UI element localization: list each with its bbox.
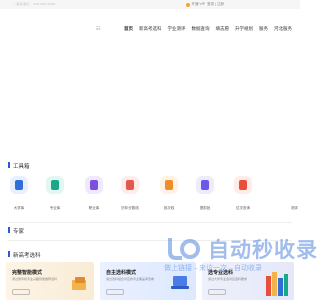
watermark-slogan: 做上链接→来访一次→自动收录 xyxy=(164,265,262,272)
main-nav: ☷ 首页 新高考选科 学业测评 数据查询 填志愿 升学规划 服务 河北服务 xyxy=(0,22,300,36)
nav-item-assessment[interactable]: 学业测评 xyxy=(168,26,186,32)
tool-rank-query[interactable]: 位次查询 xyxy=(232,176,254,211)
tool-major[interactable]: 专业库 xyxy=(44,176,66,211)
tool-early-batch[interactable]: 提前批 xyxy=(194,176,216,211)
tool-score-line[interactable]: 历年分数线 xyxy=(119,176,141,211)
watermark-logo-icon xyxy=(168,238,200,260)
xuanke-card-smart[interactable]: 完整智能模式 通过测评和专业兴趣智能推荐选科 xyxy=(6,262,94,300)
tool-university[interactable]: 大学库 xyxy=(8,176,30,211)
tools-grid: 大学库 专业库 职业库 历年分数线 批次线 提前批 位次查询 xyxy=(4,176,300,224)
top-utility-bar: • 联系我们 · 400-000-0000 开通 VIP 登录 | 注册 xyxy=(0,0,300,9)
section-divider xyxy=(8,222,292,223)
nav-item-data[interactable]: 数据查询 xyxy=(192,26,210,32)
book-illustration-icon xyxy=(72,277,86,290)
nav-item-volunteer[interactable]: 填志愿 xyxy=(216,26,230,32)
card-button[interactable] xyxy=(12,289,30,295)
score-line-icon xyxy=(121,176,139,194)
nav-item-planning[interactable]: 升学规划 xyxy=(235,26,253,32)
tool-batch-line[interactable]: 批次线 xyxy=(158,176,180,211)
section-accent-bar xyxy=(8,251,10,257)
university-icon xyxy=(10,176,28,194)
tool-label: 批次线 xyxy=(163,206,175,210)
career-icon xyxy=(85,176,103,194)
tool-label: 历年分数线 xyxy=(121,206,139,210)
tools-section-title: 工具箱 xyxy=(13,164,30,170)
xuanke-section-title: 新高考选科 xyxy=(13,253,41,259)
tool-label: 专业库 xyxy=(49,206,61,210)
tool-label: 提前批 xyxy=(199,206,211,210)
batch-line-icon xyxy=(160,176,178,194)
nav-item-service[interactable]: 服务 xyxy=(259,26,268,32)
card-button[interactable] xyxy=(208,289,226,295)
account-area: 开通 VIP 登录 | 注册 xyxy=(185,2,224,7)
vip-icon xyxy=(185,2,190,7)
card-title: 自主选科模式 xyxy=(106,270,137,276)
experts-section-title: 专家 xyxy=(13,229,25,235)
section-accent-bar xyxy=(8,227,10,233)
tool-label: 位次查询 xyxy=(236,206,250,210)
card-desc: 通过选科组合对应的专业覆盖率查看 xyxy=(106,277,155,281)
contact-info: • 联系我们 · 400-000-0000 xyxy=(14,2,56,6)
nav-item-hebei[interactable]: 河北服务 xyxy=(274,26,292,32)
section-accent-bar xyxy=(8,162,10,168)
card-desc: 通过测评和专业兴趣智能推荐选科 xyxy=(12,277,58,281)
login-register-link[interactable]: 登录 | 注册 xyxy=(207,2,224,7)
vip-link[interactable]: 开通 VIP xyxy=(192,2,206,7)
nav-item-home[interactable]: 首页 xyxy=(124,26,133,32)
hero-area xyxy=(0,40,300,150)
tool-label: 职业库 xyxy=(88,206,100,210)
tool-label: 大学库 xyxy=(13,206,25,210)
nav-list: 首页 新高考选科 学业测评 数据查询 填志愿 升学规划 服务 河北服务 xyxy=(124,26,292,32)
tool-more-label[interactable]: 测评 xyxy=(291,206,298,211)
card-button[interactable] xyxy=(106,289,124,295)
rank-query-icon xyxy=(234,176,252,194)
early-batch-icon xyxy=(196,176,214,194)
tool-career[interactable]: 职业库 xyxy=(83,176,105,211)
nav-item-xuanke[interactable]: 新高考选科 xyxy=(139,26,162,32)
card-title: 完整智能模式 xyxy=(12,270,43,276)
major-icon xyxy=(46,176,64,194)
watermark-overlay: 自动秒收录 做上链接→来访一次→自动收录 xyxy=(164,234,317,278)
watermark-brand: 自动秒收录 xyxy=(208,238,318,262)
menu-icon[interactable]: ☷ xyxy=(96,26,100,32)
